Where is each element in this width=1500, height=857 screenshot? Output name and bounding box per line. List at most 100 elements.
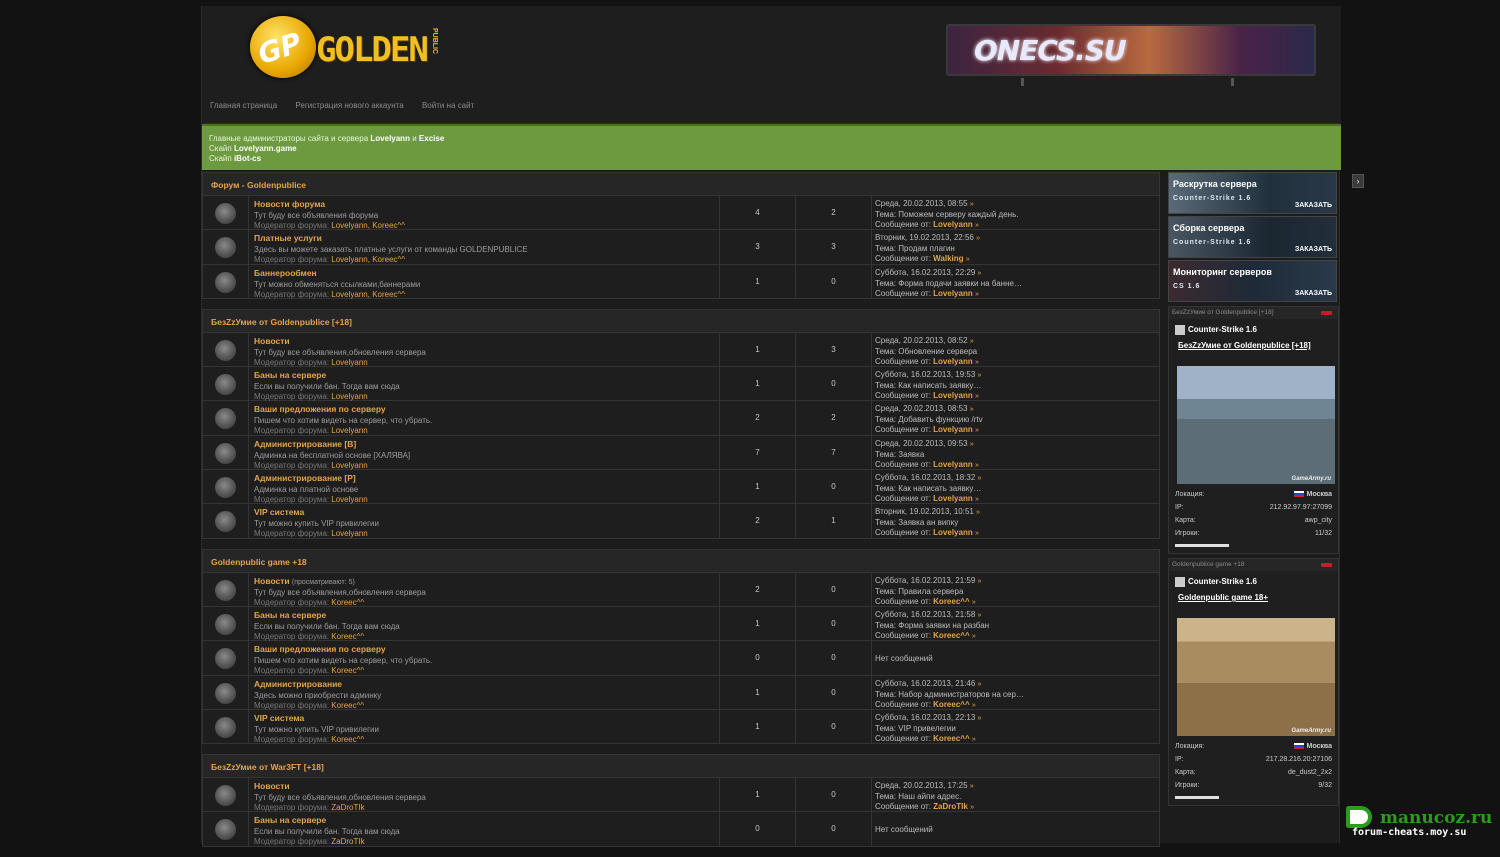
goto-last-icon[interactable]: »	[975, 427, 979, 434]
author-link[interactable]: Koreec^^	[933, 597, 969, 606]
ad-banner-build[interactable]: Сборка сервера Counter-Strike 1.6 ЗАКАЗА…	[1168, 216, 1337, 258]
last-post-topic[interactable]: Тема: Заявка ан випку	[875, 518, 1159, 528]
last-post-topic[interactable]: Тема: Наш айпи адрес.	[875, 792, 1159, 802]
category-title[interactable]: БезZzУмие от Goldenpublice [+18]	[202, 308, 1160, 333]
author-link[interactable]: Koreec^^	[933, 734, 969, 743]
goto-last-icon[interactable]: »	[966, 256, 970, 263]
moderator-links[interactable]: Lovelyann	[331, 529, 367, 538]
goto-last-icon[interactable]: »	[978, 612, 982, 619]
author-link[interactable]: Lovelyann	[933, 289, 973, 298]
goto-last-icon[interactable]: »	[975, 393, 979, 400]
value[interactable]: 212.92.97.97:27099	[1270, 501, 1332, 514]
moderator-links[interactable]: Lovelyann	[331, 495, 367, 504]
goto-last-icon[interactable]: »	[976, 509, 980, 516]
moderator-links[interactable]: Lovelyann	[331, 426, 367, 435]
forum-title[interactable]: Новости	[254, 576, 290, 586]
collapse-icon[interactable]	[1321, 311, 1332, 315]
header-banner[interactable]: ONECS.SU	[946, 24, 1316, 76]
ad-banner-monitoring[interactable]: Мониторинг серверов CS 1.6 ЗАКАЗАТЬ	[1168, 260, 1337, 302]
forum-title[interactable]: Баны на сервере	[254, 610, 326, 620]
author-link[interactable]: Lovelyann	[933, 357, 973, 366]
sidebar-toggle-icon[interactable]: ›	[1352, 174, 1364, 188]
value[interactable]: 217.28.216.20:27106	[1266, 753, 1332, 766]
category-title[interactable]: БезZzУмие от War3FT [+18]	[202, 754, 1160, 779]
goto-last-icon[interactable]: »	[970, 783, 974, 790]
last-post-topic[interactable]: Тема: Форма заявки на разбан	[875, 621, 1159, 631]
moderator-links[interactable]: Koreec^^	[331, 701, 364, 710]
moderator-links[interactable]: ZaDroTIk	[331, 837, 364, 846]
forum-title[interactable]: Администрирование	[254, 679, 342, 689]
goto-last-icon[interactable]: »	[975, 462, 979, 469]
goto-last-icon[interactable]: »	[970, 804, 974, 811]
moderator-links[interactable]: Lovelyann	[331, 461, 367, 470]
author-link[interactable]: Walking	[933, 254, 963, 263]
author-link[interactable]: Lovelyann	[933, 528, 973, 537]
last-post-topic[interactable]: Тема: VIP привелегии	[875, 724, 1159, 734]
goto-last-icon[interactable]: »	[978, 578, 982, 585]
moderator-links[interactable]: Lovelyann, Koreec^^	[331, 221, 405, 230]
goto-last-icon[interactable]: »	[970, 201, 974, 208]
forum-title[interactable]: Баны на сервере	[254, 370, 326, 380]
moderator-links[interactable]: Koreec^^	[331, 632, 364, 641]
last-post-topic[interactable]: Тема: Продам плагин	[875, 244, 1159, 254]
forum-title[interactable]: Администрирование [В]	[254, 439, 356, 449]
author-link[interactable]: Lovelyann	[933, 494, 973, 503]
admin-link[interactable]: Excise	[419, 134, 444, 143]
goto-last-icon[interactable]: »	[972, 736, 976, 743]
forum-title[interactable]: Платные услуги	[254, 233, 322, 243]
moderator-links[interactable]: Koreec^^	[331, 666, 364, 675]
category-title[interactable]: Goldenpublic game +18	[202, 548, 1160, 573]
author-link[interactable]: Koreec^^	[933, 631, 969, 640]
category-title[interactable]: Форум - Goldenpublice	[202, 172, 1160, 196]
server-name[interactable]: Goldenpublic game 18+	[1178, 593, 1332, 602]
goto-last-icon[interactable]: »	[972, 633, 976, 640]
goto-last-icon[interactable]: »	[970, 441, 974, 448]
moderator-links[interactable]: Koreec^^	[331, 598, 364, 607]
forum-title[interactable]: VIP система	[254, 713, 304, 723]
moderator-links[interactable]: Lovelyann, Koreec^^	[331, 290, 405, 299]
goto-last-icon[interactable]: »	[976, 235, 980, 242]
forum-title[interactable]: Новости	[254, 781, 290, 791]
nav-register[interactable]: Регистрация нового аккаунта	[295, 101, 403, 110]
goto-last-icon[interactable]: »	[970, 338, 974, 345]
goto-last-icon[interactable]: »	[972, 599, 976, 606]
goto-last-icon[interactable]: »	[978, 715, 982, 722]
nav-home[interactable]: Главная страница	[210, 101, 277, 110]
author-link[interactable]: Lovelyann	[933, 391, 973, 400]
goto-last-icon[interactable]: »	[975, 222, 979, 229]
forum-title[interactable]: Новости форума	[254, 199, 325, 209]
goto-last-icon[interactable]: »	[975, 359, 979, 366]
author-link[interactable]: Koreec^^	[933, 700, 969, 709]
site-logo[interactable]: GP GOLDEN PUBLIC	[250, 14, 440, 78]
forum-title[interactable]: Новости	[254, 336, 290, 346]
author-link[interactable]: Lovelyann	[933, 460, 973, 469]
server-name[interactable]: БезZzУмие от Goldenpublice [+18]	[1178, 341, 1332, 350]
forum-title[interactable]: Баннерообмен	[254, 268, 317, 278]
goto-last-icon[interactable]: »	[972, 702, 976, 709]
goto-last-icon[interactable]: »	[975, 496, 979, 503]
moderator-links[interactable]: Lovelyann, Koreec^^	[331, 255, 405, 264]
last-post-topic[interactable]: Тема: Заявка	[875, 450, 1159, 460]
last-post-topic[interactable]: Тема: Как написать заявку…	[875, 484, 1159, 494]
moderator-links[interactable]: Lovelyann	[331, 358, 367, 367]
nav-login[interactable]: Войти на сайт	[422, 101, 474, 110]
author-link[interactable]: Lovelyann	[933, 425, 973, 434]
forum-title[interactable]: Баны на сервере	[254, 815, 326, 825]
moderator-links[interactable]: Lovelyann	[331, 392, 367, 401]
goto-last-icon[interactable]: »	[978, 270, 982, 277]
goto-last-icon[interactable]: »	[978, 372, 982, 379]
last-post-topic[interactable]: Тема: Добавить функцию /rtv	[875, 415, 1159, 425]
admin-link[interactable]: Lovelyann	[370, 134, 410, 143]
last-post-topic[interactable]: Тема: Как написать заявку…	[875, 381, 1159, 391]
author-link[interactable]: ZaDroTIk	[933, 802, 968, 811]
forum-title[interactable]: Ваши предложения по серверу	[254, 644, 386, 654]
forum-title[interactable]: VIP система	[254, 507, 304, 517]
collapse-icon[interactable]	[1321, 563, 1332, 567]
forum-title[interactable]: Администрирование [P]	[254, 473, 356, 483]
last-post-topic[interactable]: Тема: Набор администраторов на сер…	[875, 690, 1159, 700]
moderator-links[interactable]: Koreec^^	[331, 735, 364, 744]
ad-banner-promo[interactable]: Раскрутка сервера Counter-Strike 1.6 ЗАК…	[1168, 172, 1337, 214]
moderator-links[interactable]: ZaDroTIk	[331, 803, 364, 812]
last-post-topic[interactable]: Тема: Обновление сервера	[875, 347, 1159, 357]
goto-last-icon[interactable]: »	[978, 681, 982, 688]
